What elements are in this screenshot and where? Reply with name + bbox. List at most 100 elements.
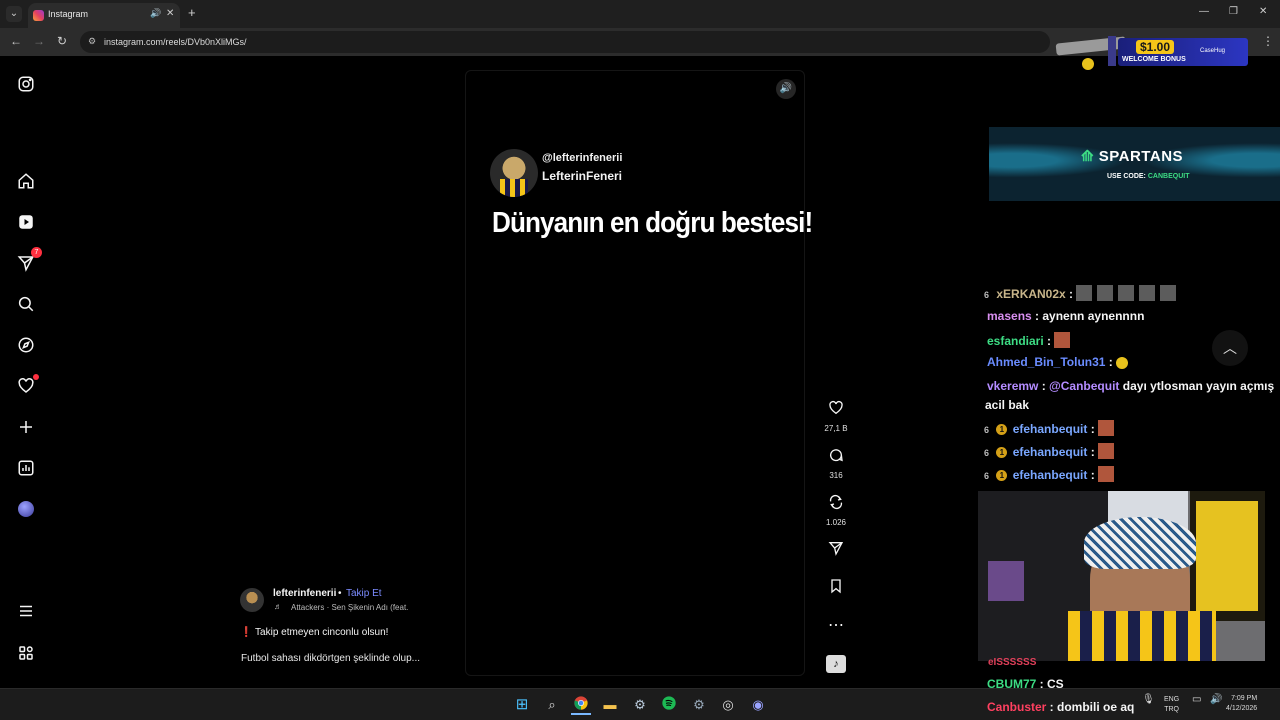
comment-icon[interactable] bbox=[820, 447, 852, 469]
windows-start-icon[interactable]: ⊞ bbox=[512, 695, 532, 715]
author-name[interactable]: lefterinfenerii bbox=[273, 588, 336, 599]
repost-icon[interactable] bbox=[820, 494, 852, 516]
home-icon[interactable] bbox=[14, 169, 38, 193]
site-info-icon[interactable]: ⚙ bbox=[88, 36, 96, 47]
save-action[interactable] bbox=[820, 578, 852, 600]
spartans-code-value: CANBEQUIT bbox=[1147, 173, 1190, 180]
chart-icon[interactable] bbox=[14, 456, 38, 480]
ad-coin-graphic bbox=[1082, 58, 1094, 70]
reels-icon[interactable] bbox=[14, 210, 38, 234]
heart-icon[interactable] bbox=[820, 400, 852, 422]
like-action[interactable]: 27,1 B bbox=[820, 400, 852, 433]
language-indicator[interactable]: ENG TRQ bbox=[1164, 695, 1179, 715]
chevron-up-icon[interactable]: ︿ bbox=[1212, 330, 1248, 366]
spartans-code: USE CODE: CANBEQUIT bbox=[1107, 173, 1189, 180]
chat-username: efehanbequit bbox=[1012, 422, 1088, 436]
clock-date: 4/12/2026 bbox=[1226, 705, 1258, 712]
language-primary: ENG bbox=[1164, 696, 1180, 703]
chat-sub-badge: 1 bbox=[996, 424, 1008, 435]
spartans-logo: ⟰ SPARTANS bbox=[1081, 148, 1184, 165]
tab-title: Instagram bbox=[48, 9, 89, 19]
threads-icon[interactable] bbox=[14, 641, 38, 665]
reel-creator-avatar bbox=[490, 149, 538, 197]
instagram-icon[interactable] bbox=[14, 72, 38, 96]
spotify-icon[interactable] bbox=[659, 695, 679, 715]
browser-menu-icon[interactable]: ⋮ bbox=[1262, 34, 1274, 48]
discord-icon[interactable]: ◉ bbox=[748, 695, 768, 715]
tab-close-icon[interactable]: ✕ bbox=[166, 8, 174, 19]
chat-username: Ahmed_Bin_Tolun31 bbox=[987, 355, 1106, 369]
restore-button[interactable]: ❐ bbox=[1229, 6, 1238, 17]
spartans-logo-text: SPARTANS bbox=[1098, 148, 1184, 165]
file-explorer-icon[interactable]: ▬ bbox=[600, 695, 620, 715]
caption-more[interactable]: Futbol sahası dikdörtgen şeklinde olup..… bbox=[241, 653, 420, 664]
share-action[interactable] bbox=[820, 540, 852, 562]
follow-button[interactable]: Takip Et bbox=[346, 588, 382, 599]
obs-icon[interactable]: ◎ bbox=[718, 695, 738, 715]
reel-display-name: LefterinFeneri bbox=[542, 169, 623, 183]
author-avatar[interactable] bbox=[240, 588, 264, 612]
audio-toggle-icon[interactable]: 🔊 bbox=[776, 79, 796, 99]
steam-icon[interactable]: ⚙ bbox=[630, 695, 650, 715]
system-clock[interactable]: 7:09 PM 4/12/2026 bbox=[1226, 694, 1257, 714]
chat-message: 6 1 efehanbequit : bbox=[984, 443, 1119, 459]
emote-icon bbox=[1054, 332, 1071, 348]
spartans-code-label: USE CODE: bbox=[1107, 173, 1146, 180]
spartans-ad-banner[interactable]: ⟰ SPARTANS USE CODE: CANBEQUIT bbox=[989, 127, 1280, 201]
microphone-icon[interactable]: 🎙 bbox=[1142, 695, 1155, 705]
window-close-button[interactable]: ✕ bbox=[1259, 6, 1267, 17]
compass-icon[interactable] bbox=[14, 333, 38, 357]
reload-icon[interactable]: ↻ bbox=[57, 34, 67, 48]
send-icon[interactable] bbox=[820, 540, 852, 562]
repost-action[interactable]: 1.026 bbox=[820, 494, 852, 527]
music-track[interactable]: Attackers · Sen Şikenin Adı (feat. bbox=[291, 603, 408, 612]
reel-headline: Dünyanın en doğru bestesi! bbox=[492, 207, 813, 239]
minimize-button[interactable]: — bbox=[1199, 6, 1209, 17]
emote-icon bbox=[1098, 466, 1115, 482]
more-options-action[interactable]: ⋯ bbox=[820, 616, 852, 636]
new-tab-button[interactable]: + bbox=[188, 5, 196, 20]
ad-gun-grip-graphic bbox=[1108, 36, 1116, 66]
browser-tab-instagram[interactable]: Instagram 🔊 ✕ bbox=[28, 3, 180, 28]
emote-icon bbox=[1116, 357, 1129, 369]
music-note-icon: ♬ bbox=[274, 602, 282, 611]
chat-sub-badge: 1 bbox=[996, 470, 1008, 481]
reel-video[interactable]: 🔊 @lefterinfenerii LefterinFeneri Dünyan… bbox=[465, 70, 813, 676]
bookmark-icon[interactable] bbox=[820, 578, 852, 600]
avatar-jersey bbox=[500, 179, 528, 197]
address-bar[interactable]: ⚙ instagram.com/reels/DVb0nXliMGs/ bbox=[80, 31, 1050, 53]
chat-badge: 6 bbox=[984, 448, 990, 458]
webcam-lamp bbox=[988, 561, 1024, 601]
instagram-favicon-icon bbox=[33, 10, 44, 21]
forward-arrow-icon[interactable]: → bbox=[33, 34, 45, 48]
chat-username: vkeremw bbox=[987, 379, 1039, 393]
search-icon[interactable] bbox=[14, 292, 38, 316]
plus-icon[interactable] bbox=[14, 415, 38, 439]
send-icon[interactable]: 7 bbox=[14, 247, 42, 275]
ad-welcome-text: WELCOME BONUS bbox=[1122, 56, 1186, 63]
chat-message: Canbuster : dombili oe aq bbox=[987, 700, 1135, 714]
comment-action[interactable]: 316 bbox=[820, 447, 852, 480]
tab-search-button[interactable]: ⌄ bbox=[6, 6, 22, 22]
chrome-icon[interactable] bbox=[571, 695, 591, 715]
settings-icon[interactable]: ⚙ bbox=[689, 695, 709, 715]
messages-badge: 7 bbox=[31, 247, 42, 258]
network-icon[interactable]: ▭ bbox=[1192, 695, 1201, 705]
tab-audio-icon[interactable]: 🔊 bbox=[150, 8, 161, 19]
menu-icon[interactable] bbox=[14, 599, 38, 623]
search-icon[interactable]: ⌕ bbox=[542, 695, 562, 715]
address-url: instagram.com/reels/DVb0nXliMGs/ bbox=[104, 37, 247, 47]
heart-icon[interactable] bbox=[14, 374, 39, 398]
emote-icon bbox=[1139, 285, 1156, 301]
back-arrow-icon[interactable]: ← bbox=[10, 34, 22, 48]
more-dots-icon[interactable]: ⋯ bbox=[820, 616, 852, 636]
welcome-bonus-ad[interactable]: $1.00 WELCOME BONUS CaseHug bbox=[1055, 34, 1248, 70]
avatar-icon[interactable] bbox=[14, 497, 38, 521]
chat-message: 6 xERKAN02x : bbox=[984, 285, 1181, 301]
instagram-sidebar: 7 bbox=[0, 56, 52, 688]
emote-icon bbox=[1118, 285, 1135, 301]
emote-icon bbox=[1160, 285, 1177, 301]
original-audio-icon[interactable]: ♪ bbox=[826, 655, 846, 673]
reel-handle: @lefterinfenerii bbox=[542, 152, 623, 164]
volume-icon[interactable]: 🔊 bbox=[1210, 695, 1222, 705]
